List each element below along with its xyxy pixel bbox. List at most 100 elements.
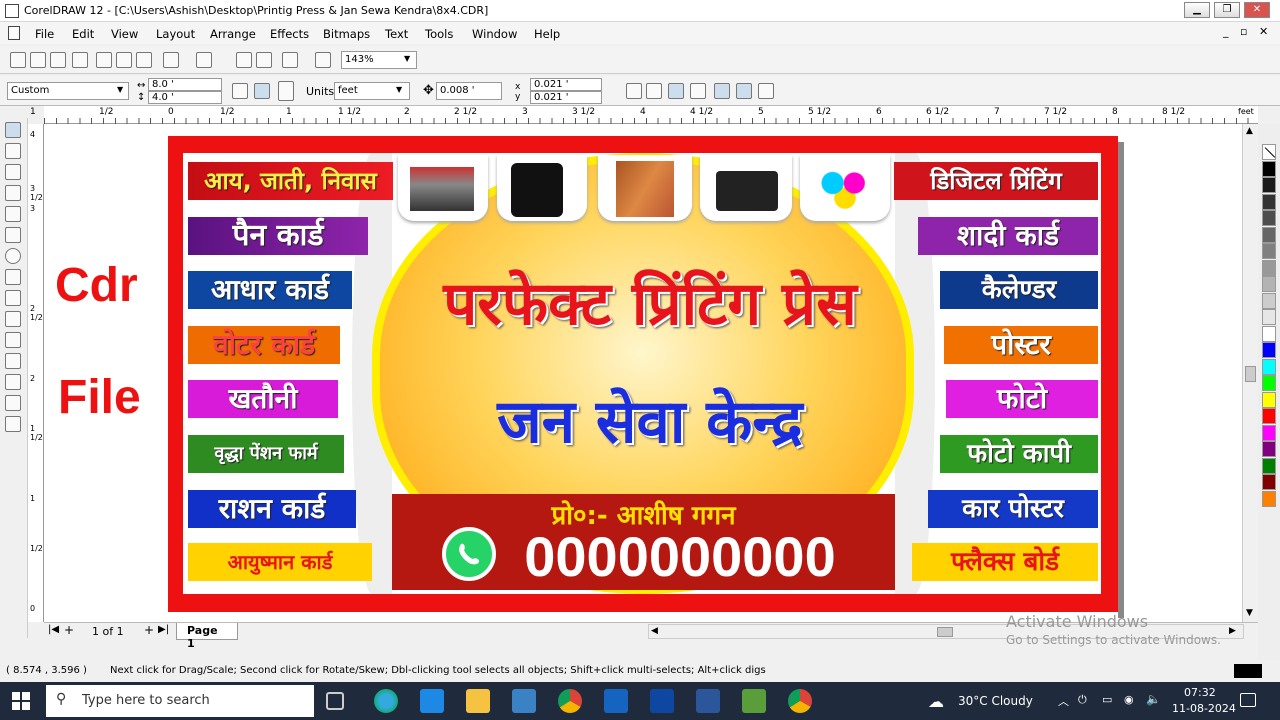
snap-to-grid-icon[interactable] — [626, 83, 642, 99]
menu-text[interactable]: Text — [385, 27, 408, 41]
snap-to-guidelines-icon[interactable] — [646, 83, 662, 99]
palette-swatch[interactable] — [1262, 424, 1276, 441]
page-tab[interactable]: Page 1 — [176, 623, 238, 650]
undo-icon[interactable] — [163, 52, 179, 68]
export-icon[interactable] — [256, 52, 272, 68]
interactive-blend-tool-icon[interactable] — [5, 332, 21, 348]
minimize-button[interactable]: ▁ — [1184, 2, 1210, 18]
landscape-icon[interactable] — [254, 83, 270, 99]
palette-swatch[interactable] — [1262, 160, 1276, 177]
palette-swatch[interactable] — [1262, 226, 1276, 243]
add-page-after-icon[interactable]: + — [144, 623, 154, 637]
palette-swatch[interactable] — [1262, 292, 1276, 309]
portrait-icon[interactable] — [232, 83, 248, 99]
palette-swatch[interactable] — [1262, 358, 1276, 375]
doc-minimize-button[interactable]: _ — [1223, 25, 1229, 38]
pick-tool-icon[interactable] — [5, 122, 21, 138]
dynamic-guides-icon[interactable] — [690, 83, 706, 99]
paper-width-input[interactable]: 8.0 ' — [148, 78, 222, 91]
menu-tools[interactable]: Tools — [425, 27, 453, 41]
snap-to-objects-icon[interactable] — [668, 83, 684, 99]
last-page-icon[interactable]: ▶| — [158, 624, 169, 635]
edge-icon[interactable] — [374, 689, 398, 713]
word-icon[interactable] — [696, 689, 720, 713]
add-page-before-icon[interactable]: + — [64, 623, 74, 637]
scroll-up-icon[interactable]: ▲ — [1246, 126, 1253, 136]
menu-effects[interactable]: Effects — [270, 27, 309, 41]
options-icon[interactable] — [758, 83, 774, 99]
no-fill-swatch[interactable] — [1262, 144, 1276, 160]
paper-type-select[interactable]: Custom — [7, 82, 129, 100]
start-button[interactable] — [12, 692, 30, 710]
doc-restore-button[interactable]: ▫ — [1240, 25, 1247, 38]
menu-file[interactable]: File — [35, 27, 54, 41]
freehand-tool-icon[interactable] — [5, 185, 21, 201]
volume-icon[interactable]: 🔈 — [1146, 692, 1161, 706]
scroll-left-icon[interactable]: ◀ — [651, 626, 658, 636]
tray-chevron-icon[interactable]: ︿ — [1058, 693, 1069, 709]
horizontal-ruler[interactable]: 1 1/2 0 1/2 1 1 1/2 2 2 1/2 3 3 1/2 4 4 … — [30, 106, 1258, 124]
palette-swatch[interactable] — [1262, 210, 1276, 226]
menu-window[interactable]: Window — [472, 27, 517, 41]
palette-swatch[interactable] — [1262, 474, 1276, 490]
palette-swatch[interactable] — [1262, 441, 1276, 457]
graph-paper-tool-icon[interactable] — [5, 269, 21, 285]
palette-swatch[interactable] — [1262, 259, 1276, 276]
paste-icon[interactable] — [136, 52, 152, 68]
chrome-icon[interactable] — [558, 689, 582, 713]
zoom-tool-icon[interactable] — [5, 164, 21, 180]
new-icon[interactable] — [10, 52, 26, 68]
duplicate-x-input[interactable]: 0.021 ' — [530, 78, 602, 91]
palette-swatch[interactable] — [1262, 342, 1276, 358]
basic-shapes-tool-icon[interactable] — [5, 290, 21, 306]
vertical-scrollbar[interactable]: ▲ ▼ — [1242, 124, 1258, 622]
interactive-fill-tool-icon[interactable] — [5, 416, 21, 432]
palette-swatch[interactable] — [1262, 490, 1276, 507]
text-tool-icon[interactable] — [5, 311, 21, 327]
network-icon[interactable]: ◉ — [1124, 693, 1134, 706]
open-icon[interactable] — [30, 52, 46, 68]
copy-icon[interactable] — [116, 52, 132, 68]
tray-app-icon[interactable]: ⏻ — [1078, 693, 1087, 707]
menu-arrange[interactable]: Arrange — [210, 27, 256, 41]
corel-online-icon[interactable] — [315, 52, 331, 68]
vertical-ruler[interactable]: 4 3 1/2 3 2 1/2 2 1 1/2 1 1/2 0 — [28, 124, 44, 622]
duplicate-y-input[interactable]: 0.021 ' — [530, 91, 602, 104]
application-launcher-icon[interactable] — [282, 52, 298, 68]
eyedropper-tool-icon[interactable] — [5, 353, 21, 369]
vertical-scroll-thumb[interactable] — [1245, 366, 1256, 382]
app-icon-blue[interactable] — [650, 689, 674, 713]
coreldraw-icon[interactable] — [742, 689, 766, 713]
outline-tool-icon[interactable] — [5, 374, 21, 390]
doc-close-button[interactable]: ✕ — [1259, 25, 1268, 38]
palette-swatch[interactable] — [1262, 408, 1276, 424]
save-icon[interactable] — [50, 52, 66, 68]
scroll-right-icon[interactable]: ▶ — [1229, 626, 1236, 636]
cut-icon[interactable] — [96, 52, 112, 68]
chrome-profile-icon[interactable] — [788, 689, 812, 713]
import-icon[interactable] — [236, 52, 252, 68]
task-view-icon[interactable] — [326, 692, 344, 710]
palette-swatch[interactable] — [1262, 177, 1276, 193]
photos-icon[interactable] — [604, 689, 628, 713]
palette-swatch[interactable] — [1262, 309, 1276, 325]
fill-tool-icon[interactable] — [5, 395, 21, 411]
palette-swatch[interactable] — [1262, 276, 1276, 292]
nudge-offset-input[interactable]: 0.008 ' — [436, 82, 502, 100]
shape-tool-icon[interactable] — [5, 143, 21, 159]
menu-view[interactable]: View — [111, 27, 138, 41]
paper-height-input[interactable]: 4.0 ' — [148, 91, 222, 104]
horizontal-scroll-thumb[interactable] — [937, 627, 953, 637]
smart-fill-tool-icon[interactable] — [5, 206, 21, 222]
palette-swatch[interactable] — [1262, 193, 1276, 210]
file-explorer-icon[interactable] — [466, 689, 490, 713]
first-page-icon[interactable]: |◀ — [48, 624, 59, 635]
palette-swatch[interactable] — [1262, 391, 1276, 408]
rectangle-tool-icon[interactable] — [5, 227, 21, 243]
close-button[interactable]: ✕ — [1244, 2, 1270, 18]
scroll-down-icon[interactable]: ▼ — [1246, 608, 1253, 618]
draw-objects-icon[interactable] — [736, 83, 752, 99]
notifications-icon[interactable] — [1240, 693, 1256, 707]
menu-edit[interactable]: Edit — [72, 27, 94, 41]
treat-as-filled-icon[interactable] — [714, 83, 730, 99]
